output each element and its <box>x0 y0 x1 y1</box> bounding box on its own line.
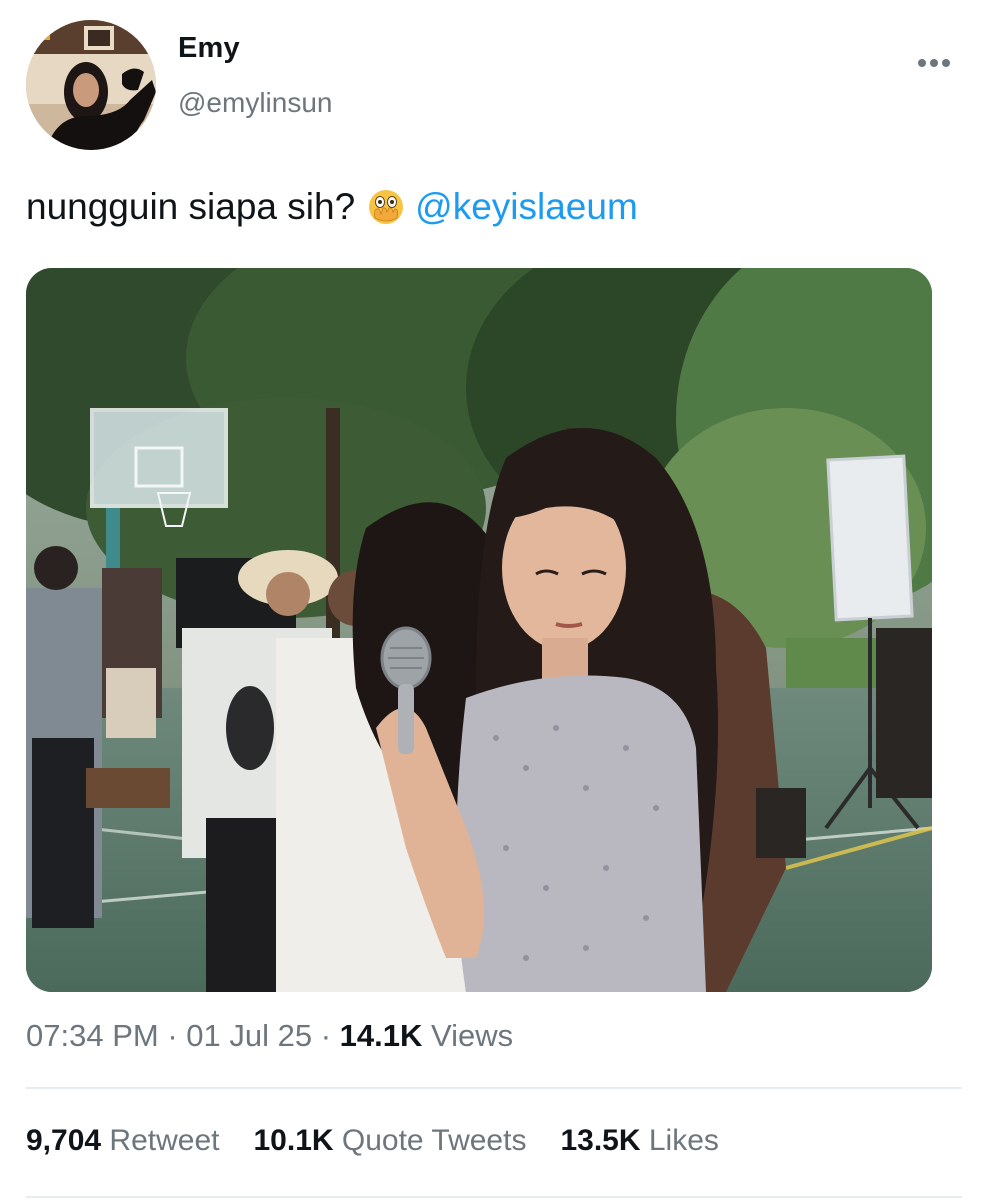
avatar[interactable] <box>26 20 156 150</box>
engagement-stats: 9,704 Retweet 10.1K Quote Tweets 13.5K L… <box>26 1124 753 1158</box>
tweet-body: nungguin siapa sih? <box>26 186 356 227</box>
tweet-date[interactable]: 01 Jul 25 <box>186 1018 312 1053</box>
handle[interactable]: @emylinsun <box>178 87 332 119</box>
retweets-stat[interactable]: 9,704 Retweet <box>26 1124 219 1158</box>
retweets-count: 9,704 <box>26 1124 102 1157</box>
meta-separator: · <box>167 1018 187 1053</box>
quote-tweets-count: 10.1K <box>253 1124 334 1157</box>
quote-tweets-label: Quote Tweets <box>341 1124 527 1157</box>
tweet-text: nungguin siapa sih? @keyislaeum <box>26 186 638 228</box>
face-with-hand-over-mouth-icon <box>369 190 404 224</box>
mention-link[interactable]: @keyislaeum <box>415 186 638 228</box>
divider <box>26 1196 962 1198</box>
likes-stat[interactable]: 13.5K Likes <box>560 1124 718 1158</box>
views-label: Views <box>431 1018 514 1053</box>
tweet-photo[interactable] <box>26 268 932 992</box>
meta-separator: · <box>320 1018 340 1053</box>
quote-tweets-stat[interactable]: 10.1K Quote Tweets <box>253 1124 526 1158</box>
likes-label: Likes <box>648 1124 719 1157</box>
retweets-label: Retweet <box>109 1124 220 1157</box>
tweet-time[interactable]: 07:34 PM <box>26 1018 159 1053</box>
views-count: 14.1K <box>339 1018 423 1053</box>
display-name[interactable]: Emy <box>178 32 240 65</box>
likes-count: 13.5K <box>560 1124 641 1157</box>
tweet-meta: 07:34 PM · 01 Jul 25 · 14.1K Views <box>26 1018 513 1054</box>
more-horizontal-icon <box>918 59 950 67</box>
more-button[interactable] <box>912 48 956 78</box>
divider <box>26 1087 962 1089</box>
